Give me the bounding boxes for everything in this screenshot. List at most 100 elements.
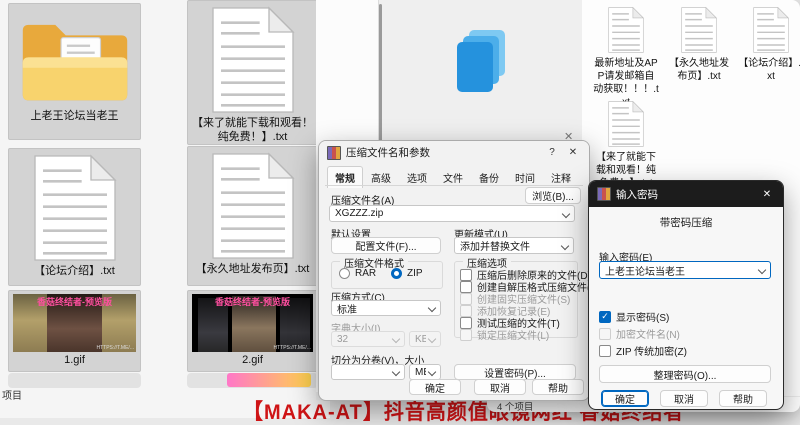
checkbox-label: 显示密码(S) — [616, 309, 669, 324]
file-item-txt[interactable]: 最新地址及APP请发邮箱自动获取！！！.txt — [593, 6, 659, 109]
help-button[interactable]: 帮助 — [532, 379, 584, 395]
file-tile-txt[interactable]: 【论坛介绍】.txt — [8, 148, 141, 286]
ok-button[interactable]: 确定 — [601, 390, 649, 407]
file-tile-gif[interactable]: 香菇终结者-预览版 HTTPS://T.ME/... 2.gif — [187, 290, 318, 372]
encrypt-filenames-checkbox: 加密文件名(N) — [599, 326, 680, 341]
text-file-icon — [607, 100, 645, 148]
checkbox-icon — [599, 345, 611, 357]
split-unit: MB — [415, 367, 426, 378]
radio-checked-icon — [391, 268, 402, 279]
file-tile-txt[interactable]: 【永久地址发布页】.txt — [187, 146, 318, 286]
password-value: 上老王论坛当老王 — [605, 263, 756, 278]
text-file-icon — [680, 6, 718, 54]
winrar-icon — [327, 146, 341, 160]
gif-watermark-text: HTTPS://T.ME/... — [96, 345, 134, 351]
help-button[interactable]: 帮助 — [719, 390, 767, 407]
text-file-icon — [607, 6, 645, 54]
ok-button[interactable]: 确定 — [409, 379, 461, 395]
split-size-input[interactable] — [331, 364, 405, 380]
dialog-title: 输入密码 — [616, 187, 754, 202]
show-password-checkbox[interactable]: ✓ 显示密码(S) — [599, 309, 669, 324]
archive-name-input[interactable]: XGZZZ.zip — [329, 205, 575, 222]
file-tile-folder[interactable]: 上老王论坛当老王 — [8, 3, 141, 140]
dictionary-select: 32 — [331, 331, 405, 347]
split-unit-select[interactable]: MB — [409, 364, 441, 380]
dialog-titlebar[interactable]: 输入密码 ✕ — [589, 181, 783, 207]
chevron-down-icon — [428, 368, 436, 376]
file-label: 上老王论坛当老王 — [27, 108, 123, 126]
option-lock: 锁定压缩文件(L) — [460, 327, 549, 342]
gif-caption-text: 香菇终结者-预览版 — [192, 295, 313, 308]
radio-label: RAR — [355, 268, 376, 279]
chevron-down-icon — [392, 335, 400, 343]
file-label: 【论坛介绍】.txt — [30, 263, 119, 281]
dictionary-value: 32 — [337, 334, 390, 345]
cancel-button[interactable]: 取消 — [660, 390, 708, 407]
file-tile-gif[interactable]: 香菇终结者-预览版 HTTPS://T.ME/... 1.gif — [8, 290, 141, 372]
chevron-down-icon — [561, 241, 569, 249]
password-dialog: 输入密码 ✕ 带密码压缩 输入密码(E) 上老王论坛当老王 ✓ 显示密码(S) … — [588, 180, 784, 410]
file-label: 【论坛介绍】.txt — [738, 57, 800, 83]
file-item-txt[interactable]: 【来了就能下载和观看！纯免费！】.txt — [593, 100, 659, 190]
archive-name-value: XGZZZ.zip — [335, 208, 560, 219]
profiles-button[interactable]: 配置文件(F)... — [331, 237, 441, 254]
format-zip-radio[interactable]: ZIP — [391, 268, 423, 279]
dialog-titlebar[interactable]: 压缩文件名和参数 ? ✕ — [319, 141, 589, 164]
horizontal-scrollbar[interactable] — [8, 373, 141, 388]
file-label: 1.gif — [60, 352, 89, 370]
chevron-down-icon — [562, 209, 570, 217]
file-label: 【来了就能下载和观看！纯免费！】.txt — [188, 115, 317, 147]
file-tile-txt[interactable]: 【来了就能下载和观看！纯免费！】.txt — [187, 0, 318, 145]
password-input[interactable]: 上老王论坛当老王 — [599, 261, 771, 279]
dialog-title: 压缩文件名和参数 — [346, 145, 539, 160]
file-label: 【永久地址发布页】.txt — [666, 57, 732, 83]
archive-dialog: 压缩文件名和参数 ? ✕ 常规 高级 选项 文件 备份 时间 注释 压缩文件名(… — [318, 140, 590, 401]
gif-caption-text: 香菇终结者-预览版 — [13, 295, 136, 308]
method-value: 标准 — [337, 301, 426, 316]
organize-passwords-button[interactable]: 整理密码(O)... — [599, 365, 771, 383]
left-explorer-window: 上老王论坛当老王 【来了就能下载和观看！纯免费！】.txt — [0, 0, 330, 418]
close-icon[interactable]: ✕ — [759, 189, 775, 200]
method-select[interactable]: 标准 — [331, 300, 441, 316]
text-file-icon — [209, 151, 297, 261]
text-file-icon — [752, 6, 790, 54]
close-icon[interactable]: ✕ — [565, 147, 581, 158]
left-status-text: 项目 — [2, 387, 22, 402]
radio-label: ZIP — [407, 268, 423, 279]
password-heading: 带密码压缩 — [589, 215, 783, 230]
gif-thumbnail: 香菇终结者-预览版 HTTPS://T.ME/... — [192, 294, 313, 352]
dictionary-unit: KB — [415, 334, 426, 345]
file-item-txt[interactable]: 【论坛介绍】.txt — [738, 6, 800, 83]
desktop: 上老王论坛当老王 【来了就能下载和观看！纯免费！】.txt — [0, 0, 800, 418]
browse-button[interactable]: 浏览(B)... — [525, 187, 581, 204]
radio-icon — [339, 268, 350, 279]
zip-legacy-checkbox[interactable]: ZIP 传统加密(Z) — [599, 343, 687, 358]
folder-icon — [17, 16, 133, 108]
update-mode-select[interactable]: 添加并替换文件 — [454, 237, 574, 254]
text-file-icon — [31, 153, 119, 263]
format-rar-radio[interactable]: RAR — [339, 268, 376, 279]
chevron-down-icon — [428, 335, 436, 343]
tab-divider — [325, 185, 583, 186]
checkbox-icon — [460, 329, 472, 341]
dictionary-unit-select: KB — [409, 331, 441, 347]
gif-watermark-text: HTTPS://T.ME/... — [273, 345, 311, 351]
cancel-button[interactable]: 取消 — [474, 379, 526, 395]
copy-documents-icon — [453, 28, 509, 94]
checkbox-icon — [599, 328, 611, 340]
checkbox-label: 加密文件名(N) — [616, 326, 680, 341]
checkbox-label: ZIP 传统加密(Z) — [616, 343, 687, 358]
gif-thumbnail: 香菇终结者-预览版 HTTPS://T.ME/... — [13, 294, 136, 352]
chevron-down-icon — [428, 304, 436, 312]
chevron-down-icon — [758, 266, 766, 274]
chevron-down-icon — [392, 368, 400, 376]
banner-gradient-fragment — [227, 373, 311, 387]
help-icon[interactable]: ? — [544, 147, 560, 158]
file-item-txt[interactable]: 【永久地址发布页】.txt — [666, 6, 732, 83]
set-password-button[interactable]: 设置密码(P)... — [454, 364, 576, 380]
checkbox-checked-icon: ✓ — [599, 311, 611, 323]
file-label: 2.gif — [238, 352, 267, 370]
text-file-icon — [209, 5, 297, 115]
checkbox-label: 锁定压缩文件(L) — [477, 327, 549, 342]
winrar-icon — [597, 187, 611, 201]
